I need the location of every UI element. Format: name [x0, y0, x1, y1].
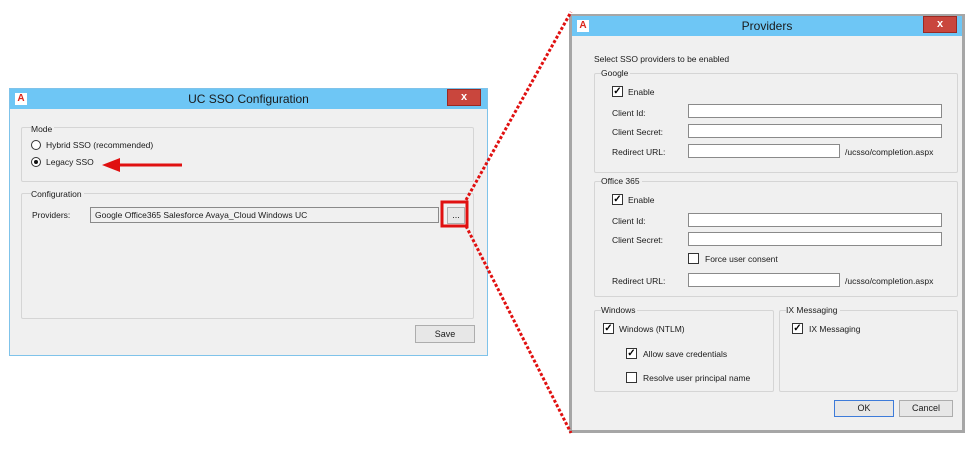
arrow-head-icon: [102, 158, 120, 172]
callout-line-top: [464, 11, 573, 201]
browse-highlight-box: [440, 200, 469, 228]
callout-line-bottom: [464, 225, 573, 434]
annotation-overlay: [102, 11, 573, 434]
